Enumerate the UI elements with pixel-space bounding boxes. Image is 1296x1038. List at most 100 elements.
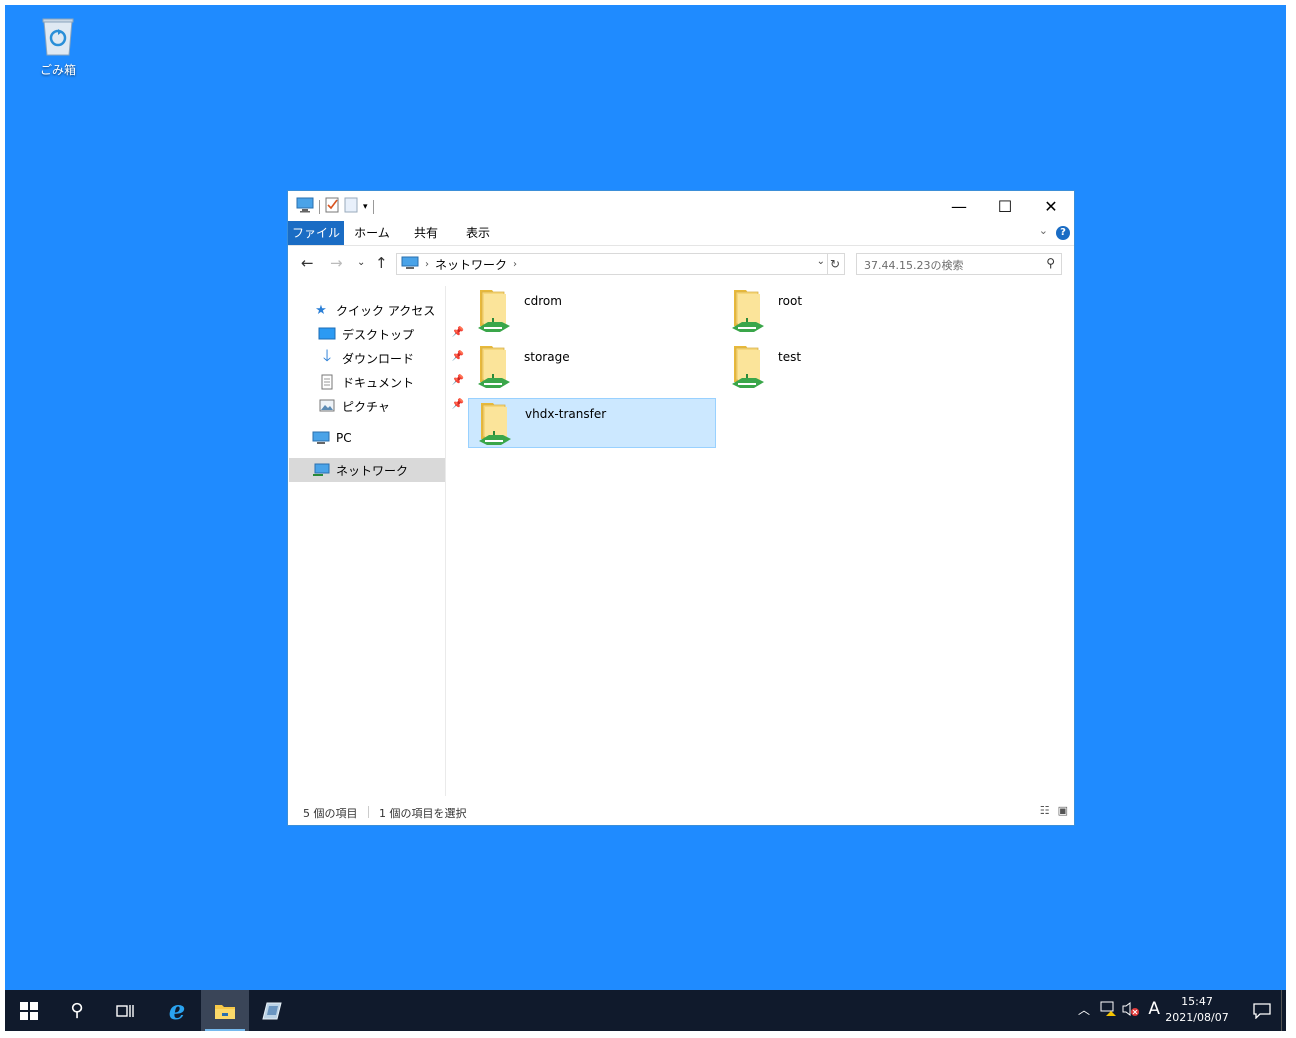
folder-item-vhdx-transfer[interactable]: vhdx-transfer — [468, 398, 716, 448]
forward-arrow-icon[interactable]: → — [330, 254, 343, 272]
folder-item-root[interactable]: root — [722, 286, 970, 336]
sidebar-label: PC — [336, 431, 352, 445]
address-dropdown-icon[interactable]: ⌄ — [817, 256, 825, 267]
address-bar[interactable]: › ネットワーク › ⌄ — [396, 253, 828, 275]
navigation-bar: ← → ⌄ ↑ › ネットワーク › ⌄ ↻ 37.44.15.23の検索 ⚲ — [288, 246, 1074, 280]
desktop: ごみ箱 ▾ — ☐ ✕ ファイル ホーム 共有 表示 ⌄ ? ← → ⌄ ↑ ›… — [5, 5, 1286, 1031]
network-share-folder-icon — [728, 288, 768, 334]
tab-share[interactable]: 共有 — [404, 221, 448, 245]
chevron-right-icon[interactable]: › — [425, 259, 429, 270]
network-share-folder-icon — [474, 288, 514, 334]
quick-access-toolbar: ▾ — [296, 197, 374, 216]
star-icon: ★ — [315, 302, 327, 318]
sidebar-label: クイック アクセス — [336, 303, 436, 318]
view-switcher: ☷ ▣ — [1040, 804, 1068, 817]
server-manager-icon — [262, 1002, 282, 1019]
tab-file[interactable]: ファイル — [288, 221, 344, 245]
folder-name: vhdx-transfer — [525, 407, 607, 421]
sidebar-item-pictures[interactable]: ピクチャ 📌 — [318, 394, 468, 418]
search-icon: ⚲ — [70, 1000, 84, 1021]
start-button[interactable] — [5, 990, 53, 1031]
ribbon-tabs: ファイル ホーム 共有 表示 ⌄ ? — [288, 221, 1074, 246]
properties-icon[interactable] — [325, 197, 339, 216]
separator — [319, 199, 320, 214]
window-controls: — ☐ ✕ — [936, 191, 1074, 221]
clock-time: 15:47 — [1181, 995, 1213, 1008]
sidebar-label: ネットワーク — [336, 463, 409, 478]
file-explorer-button[interactable] — [201, 990, 249, 1031]
item-count: 5 個の項目 — [303, 807, 358, 820]
back-arrow-icon[interactable]: ← — [301, 254, 314, 272]
folder-item-cdrom[interactable]: cdrom — [468, 286, 716, 336]
details-view-icon[interactable]: ☷ — [1040, 804, 1050, 817]
clock[interactable]: 15:47 2021/08/07 — [1162, 994, 1232, 1026]
show-desktop-button[interactable] — [1281, 990, 1286, 1031]
server-manager-button[interactable] — [249, 990, 297, 1031]
action-center-button[interactable] — [1238, 990, 1286, 1031]
network-location-icon — [401, 256, 419, 273]
clock-date: 2021/08/07 — [1165, 1011, 1229, 1024]
network-share-folder-icon — [728, 344, 768, 390]
sidebar-item-downloads[interactable]: 🡓 ダウンロード 📌 — [318, 346, 468, 370]
network-share-folder-icon — [475, 401, 515, 447]
up-arrow-icon[interactable]: ↑ — [375, 254, 388, 272]
folder-item-test[interactable]: test — [722, 342, 970, 392]
maximize-button[interactable]: ☐ — [982, 191, 1028, 221]
sidebar-label: ドキュメント — [342, 375, 415, 390]
recycle-bin[interactable]: ごみ箱 — [27, 13, 89, 78]
tab-view[interactable]: 表示 — [456, 221, 500, 245]
search-icon: ⚲ — [1046, 256, 1055, 270]
help-button[interactable]: ? — [1056, 226, 1070, 240]
refresh-button[interactable]: ↻ — [826, 253, 845, 275]
notification-icon — [1253, 1002, 1271, 1019]
sidebar-item-quick-access[interactable]: ★ クイック アクセス — [312, 298, 462, 322]
folder-name: storage — [524, 350, 570, 364]
selected-count: 1 個の項目を選択 — [379, 807, 467, 820]
breadcrumb-network[interactable]: ネットワーク — [435, 256, 507, 273]
download-arrow-icon: 🡓 — [322, 345, 332, 365]
recycle-bin-label: ごみ箱 — [39, 63, 76, 77]
search-placeholder: 37.44.15.23の検索 — [864, 259, 964, 272]
desktop-icon — [318, 326, 336, 342]
sidebar-item-desktop[interactable]: デスクトップ 📌 — [318, 322, 468, 346]
folder-name: test — [778, 350, 802, 364]
file-list: cdrom root storage test vhdx-transfer — [448, 280, 1074, 800]
search-button[interactable]: ⚲ — [53, 990, 101, 1031]
search-box[interactable]: 37.44.15.23の検索 ⚲ — [856, 253, 1062, 275]
network-status-icon[interactable] — [1100, 1001, 1118, 1021]
system-tray: ︿ A 15:47 2021/08/07 — [1066, 990, 1286, 1031]
volume-muted-icon[interactable] — [1122, 1001, 1140, 1021]
file-explorer-window: ▾ — ☐ ✕ ファイル ホーム 共有 表示 ⌄ ? ← → ⌄ ↑ › ネット… — [287, 190, 1075, 826]
sidebar-item-pc[interactable]: PC — [312, 426, 462, 450]
show-hidden-icons-icon[interactable]: ︿ — [1078, 1001, 1090, 1018]
pictures-icon — [318, 398, 336, 414]
large-icons-view-icon[interactable]: ▣ — [1058, 804, 1068, 817]
pc-icon — [312, 430, 330, 446]
status-bar: 5 個の項目 1 個の項目を選択 ☷ ▣ — [288, 801, 1074, 823]
separator — [372, 199, 374, 214]
title-bar: ▾ — ☐ ✕ — [288, 191, 1074, 221]
recent-locations-icon[interactable]: ⌄ — [357, 257, 365, 268]
computer-icon — [296, 197, 314, 216]
document-icon — [318, 374, 336, 390]
close-button[interactable]: ✕ — [1028, 191, 1074, 221]
new-folder-icon[interactable] — [344, 197, 358, 216]
expand-ribbon-icon[interactable]: ⌄ — [1039, 224, 1048, 237]
ime-indicator[interactable]: A — [1148, 999, 1160, 1019]
task-view-button[interactable] — [101, 990, 149, 1031]
tab-home[interactable]: ホーム — [348, 221, 396, 245]
folder-item-storage[interactable]: storage — [468, 342, 716, 392]
minimize-button[interactable]: — — [936, 191, 982, 221]
customize-toolbar-dropdown-icon[interactable]: ▾ — [363, 202, 368, 212]
sidebar-item-network[interactable]: ネットワーク — [289, 458, 445, 482]
network-share-folder-icon — [474, 344, 514, 390]
sidebar-label: ダウンロード — [342, 351, 415, 366]
separator — [368, 806, 369, 818]
sidebar-label: デスクトップ — [342, 327, 415, 342]
taskbar: ⚲ e ︿ A 15:47 2021/08/07 — [5, 990, 1286, 1031]
task-view-icon — [116, 1004, 134, 1017]
internet-explorer-button[interactable]: e — [153, 990, 201, 1031]
chevron-right-icon[interactable]: › — [513, 259, 517, 270]
internet-explorer-icon: e — [168, 995, 186, 1026]
sidebar-item-documents[interactable]: ドキュメント 📌 — [318, 370, 468, 394]
